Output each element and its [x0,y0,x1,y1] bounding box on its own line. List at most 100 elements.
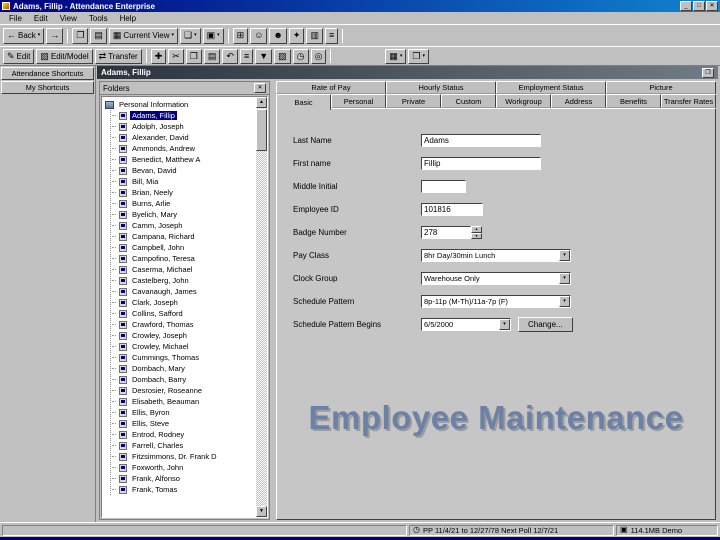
tree-item-campbell-john[interactable]: Campbell, John [112,242,256,253]
transfer-button[interactable]: ⇄ Transfer [94,48,142,64]
tree-item-frank-alfonso[interactable]: Frank, Alfonso [112,473,256,484]
edit-button[interactable]: ✎ Edit [3,48,35,64]
last-name-input[interactable] [421,134,541,147]
tree-item-foxworth-john[interactable]: Foxworth, John [112,462,256,473]
scrollbar-track[interactable] [256,108,267,506]
tree-item-cavanaugh-james[interactable]: Cavanaugh, James [112,286,256,297]
sidebar-item-my-shortcuts[interactable]: My Shortcuts [1,81,94,94]
scroll-up-icon[interactable]: ▲ [256,97,267,108]
employee-button[interactable]: ☺ [250,27,268,44]
tab-private[interactable]: Private [386,94,441,108]
tab-transfer-rates[interactable]: Transfer Rates [661,94,716,108]
menu-item-tools[interactable]: Tools [83,13,114,24]
undo-button[interactable]: ↶ [222,48,238,64]
tab-address[interactable]: Address [551,94,606,108]
tree-item-crowley-joseph[interactable]: Crowley, Joseph [112,330,256,341]
minimize-button[interactable]: _ [680,1,692,11]
paste-button[interactable]: ▤ [203,48,221,64]
dropdown-arrow-icon[interactable]: ▾ [559,273,570,284]
copy-page-button[interactable]: ❐ [72,27,89,44]
edit-model-button[interactable]: ▧ Edit/Model [36,48,93,64]
schedule-pattern-dropdown[interactable]: 8p-11p (M-Th)/11a-7p (F) ▾ [421,295,571,308]
tree-item-caserma-michael[interactable]: Caserma, Michael [112,264,256,275]
tree-item-ammonds-andrew[interactable]: Ammonds, Andrew [112,143,256,154]
clock-group-dropdown[interactable]: Warehouse Only ▾ [421,272,571,285]
clock-button[interactable]: ◷ [292,48,309,64]
sidebar-item-attendance-shortcuts[interactable]: Attendance Shortcuts [1,67,94,80]
tree-item-camm-joseph[interactable]: Camm, Joseph [112,220,256,231]
tree-item-benedict-matthew-a[interactable]: Benedict, Matthew A [112,154,256,165]
tree-item-crowley-michael[interactable]: Crowley, Michael [112,341,256,352]
tree-item-farrell-charles[interactable]: Farrell, Charles [112,440,256,451]
group-button[interactable]: ☻ [269,27,287,44]
chart-button[interactable]: ▨ [274,48,291,64]
dropdown-arrow-icon[interactable]: ▾ [499,319,510,330]
tree-item-ellis-steve[interactable]: Ellis, Steve [112,418,256,429]
first-name-input[interactable] [421,157,541,170]
maximize-button[interactable]: □ [693,1,705,11]
change-button[interactable]: Change... [518,317,573,332]
tree-item-collins-safford[interactable]: Collins, Safford [112,308,256,319]
tree-item-bill-mia[interactable]: Bill, Mia [112,176,256,187]
scroll-down-icon[interactable]: ▼ [256,506,267,517]
tab-workgroup[interactable]: Workgroup [496,94,551,108]
folders-close-icon[interactable]: ✕ [254,83,266,93]
dropdown-arrow-icon[interactable]: ▾ [559,296,570,307]
header-pin-button[interactable]: ❒ [702,67,714,78]
tree-item-clark-joseph[interactable]: Clark, Joseph [112,297,256,308]
menu-item-help[interactable]: Help [114,13,142,24]
spinner-down-icon[interactable]: ▾ [471,232,482,239]
tree-item-dombach-mary[interactable]: Dombach, Mary [112,363,256,374]
help-pane-button[interactable]: ❒ ▾ [408,48,429,64]
tab-personal[interactable]: Personal [331,94,386,108]
forward-button[interactable]: → [46,27,64,44]
copy-button[interactable]: ❐ [185,48,202,64]
close-button[interactable]: ✕ [706,1,718,11]
print-button[interactable]: ≡ [324,27,339,44]
new-window-button[interactable]: ❏ ▾ [180,27,201,44]
tab-benefits[interactable]: Benefits [606,94,661,108]
tree-item-campofino-teresa[interactable]: Campofino, Teresa [112,253,256,264]
tree-item-frank-tomas[interactable]: Frank, Tomas [112,484,256,495]
dropdown-arrow-icon[interactable]: ▾ [559,250,570,261]
filter-button[interactable]: ▼ [255,48,273,64]
options-button[interactable]: ▣ ▾ [202,27,224,44]
calculator-button[interactable]: ⊞ [232,27,249,44]
reports-button[interactable]: ▥ [306,27,323,44]
tree-item-campana-richard[interactable]: Campana, Richard [112,231,256,242]
tree-item-bevan-david[interactable]: Bevan, David [112,165,256,176]
tree-item-adams-fillip[interactable]: Adams, Fillip [112,110,256,121]
tree-item-alexander-david[interactable]: Alexander, David [112,132,256,143]
cut-button[interactable]: ✂ [168,48,184,64]
tree-item-byelich-mary[interactable]: Byelich, Mary [112,209,256,220]
sort-button[interactable]: ≡ [239,48,254,64]
scrollbar-thumb[interactable] [256,109,267,151]
tab-picture[interactable]: Picture [606,81,716,94]
tab-employment-status[interactable]: Employment Status [496,81,606,94]
tree-item-burns-arlie[interactable]: Burns, Arlie [112,198,256,209]
tree-item-fitzsimmons-dr-frank-d[interactable]: Fitzsimmons, Dr. Frank D [112,451,256,462]
tree-item-cummings-thomas[interactable]: Cummings, Thomas [112,352,256,363]
tree-item-entrod-rodney[interactable]: Entrod, Rodney [112,429,256,440]
tree-item-castelberg-john[interactable]: Castelberg, John [112,275,256,286]
badge-number-spinner[interactable]: ▴ ▾ [471,226,482,239]
pay-class-dropdown[interactable]: 8hr Day/30min Lunch ▾ [421,249,571,262]
list-view-button[interactable]: ▤ [90,27,107,44]
current-view-combo[interactable]: ▦ Current View ▾ [108,27,179,44]
menu-item-file[interactable]: File [3,13,28,24]
tab-custom[interactable]: Custom [441,94,496,108]
menu-item-view[interactable]: View [54,13,83,24]
tree-item-elisabeth-beauman[interactable]: Elisabeth, Beauman [112,396,256,407]
menu-item-edit[interactable]: Edit [28,13,54,24]
tab-rate-of-pay[interactable]: Rate of Pay [276,81,386,94]
tree-scrollbar[interactable]: ▲ ▼ [256,97,267,517]
employee-id-input[interactable] [421,203,483,216]
schedule-pattern-begins-dropdown[interactable]: 6/5/2000 ▾ [421,318,511,331]
globe-button[interactable]: ◎ [310,48,327,64]
window-list-button[interactable]: ▦ ▾ [385,48,407,64]
security-button[interactable]: ✦ [288,27,305,44]
tab-basic[interactable]: Basic [276,94,331,110]
tree-item-desrosier-roseanne[interactable]: Desrosier, Roseanne [112,385,256,396]
tree-item-brian-neely[interactable]: Brian, Neely [112,187,256,198]
tree-item-ellis-byron[interactable]: Ellis, Byron [112,407,256,418]
